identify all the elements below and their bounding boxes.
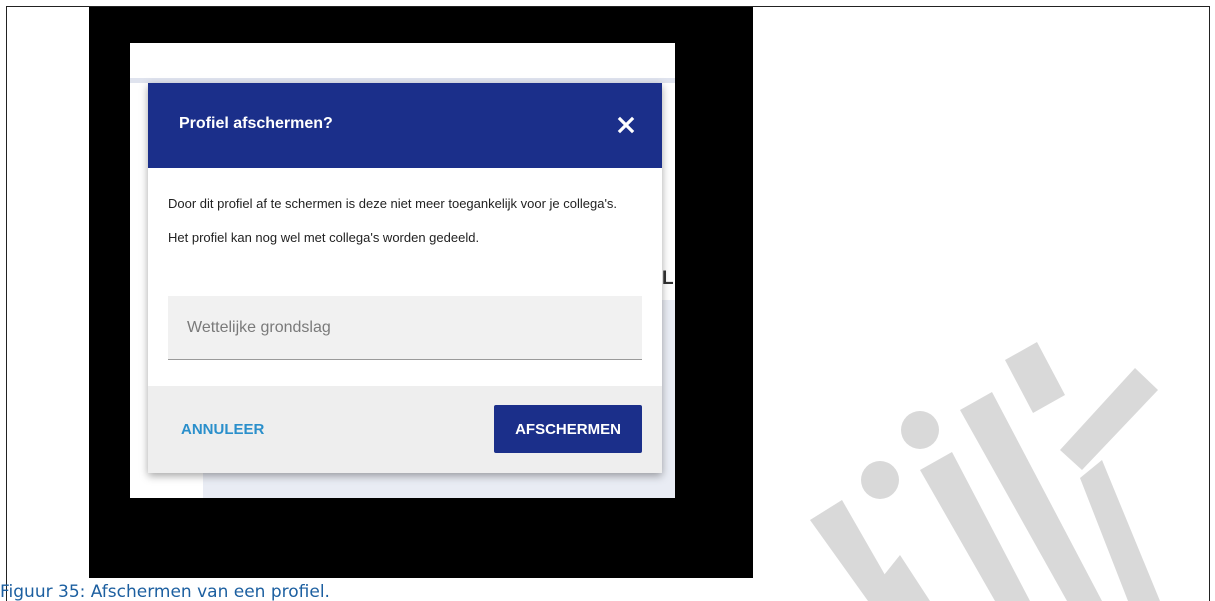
shield-confirm-button[interactable]: AFSCHERMEN <box>494 405 642 453</box>
document-page: L Profiel afschermen? Door dit profiel a… <box>0 0 1215 601</box>
watermark-graphic <box>810 342 1160 601</box>
legal-basis-field[interactable] <box>168 296 642 360</box>
dialog-footer: ANNULEER AFSCHERMEN <box>148 386 662 473</box>
background-app-partial-text: L <box>662 268 674 289</box>
dialog-title: Profiel afschermen? <box>179 115 333 132</box>
figure-caption: Figuur 35: Afschermen van een profiel. <box>0 582 330 601</box>
page-border-left <box>6 6 7 601</box>
close-button[interactable] <box>612 111 640 139</box>
dialog-message-line2: Het profiel kan nog wel met collega's wo… <box>168 230 480 245</box>
shield-profile-dialog: Profiel afschermen? Door dit profiel af … <box>148 83 662 473</box>
close-icon <box>617 116 635 134</box>
dialog-message-line1: Door dit profiel af te schermen is deze … <box>168 196 618 211</box>
watermark <box>780 330 1210 601</box>
dialog-body: Door dit profiel af te schermen is deze … <box>168 195 628 246</box>
cancel-button[interactable]: ANNULEER <box>181 421 264 438</box>
dialog-header: Profiel afschermen? <box>148 83 662 168</box>
legal-basis-input[interactable] <box>168 296 642 359</box>
